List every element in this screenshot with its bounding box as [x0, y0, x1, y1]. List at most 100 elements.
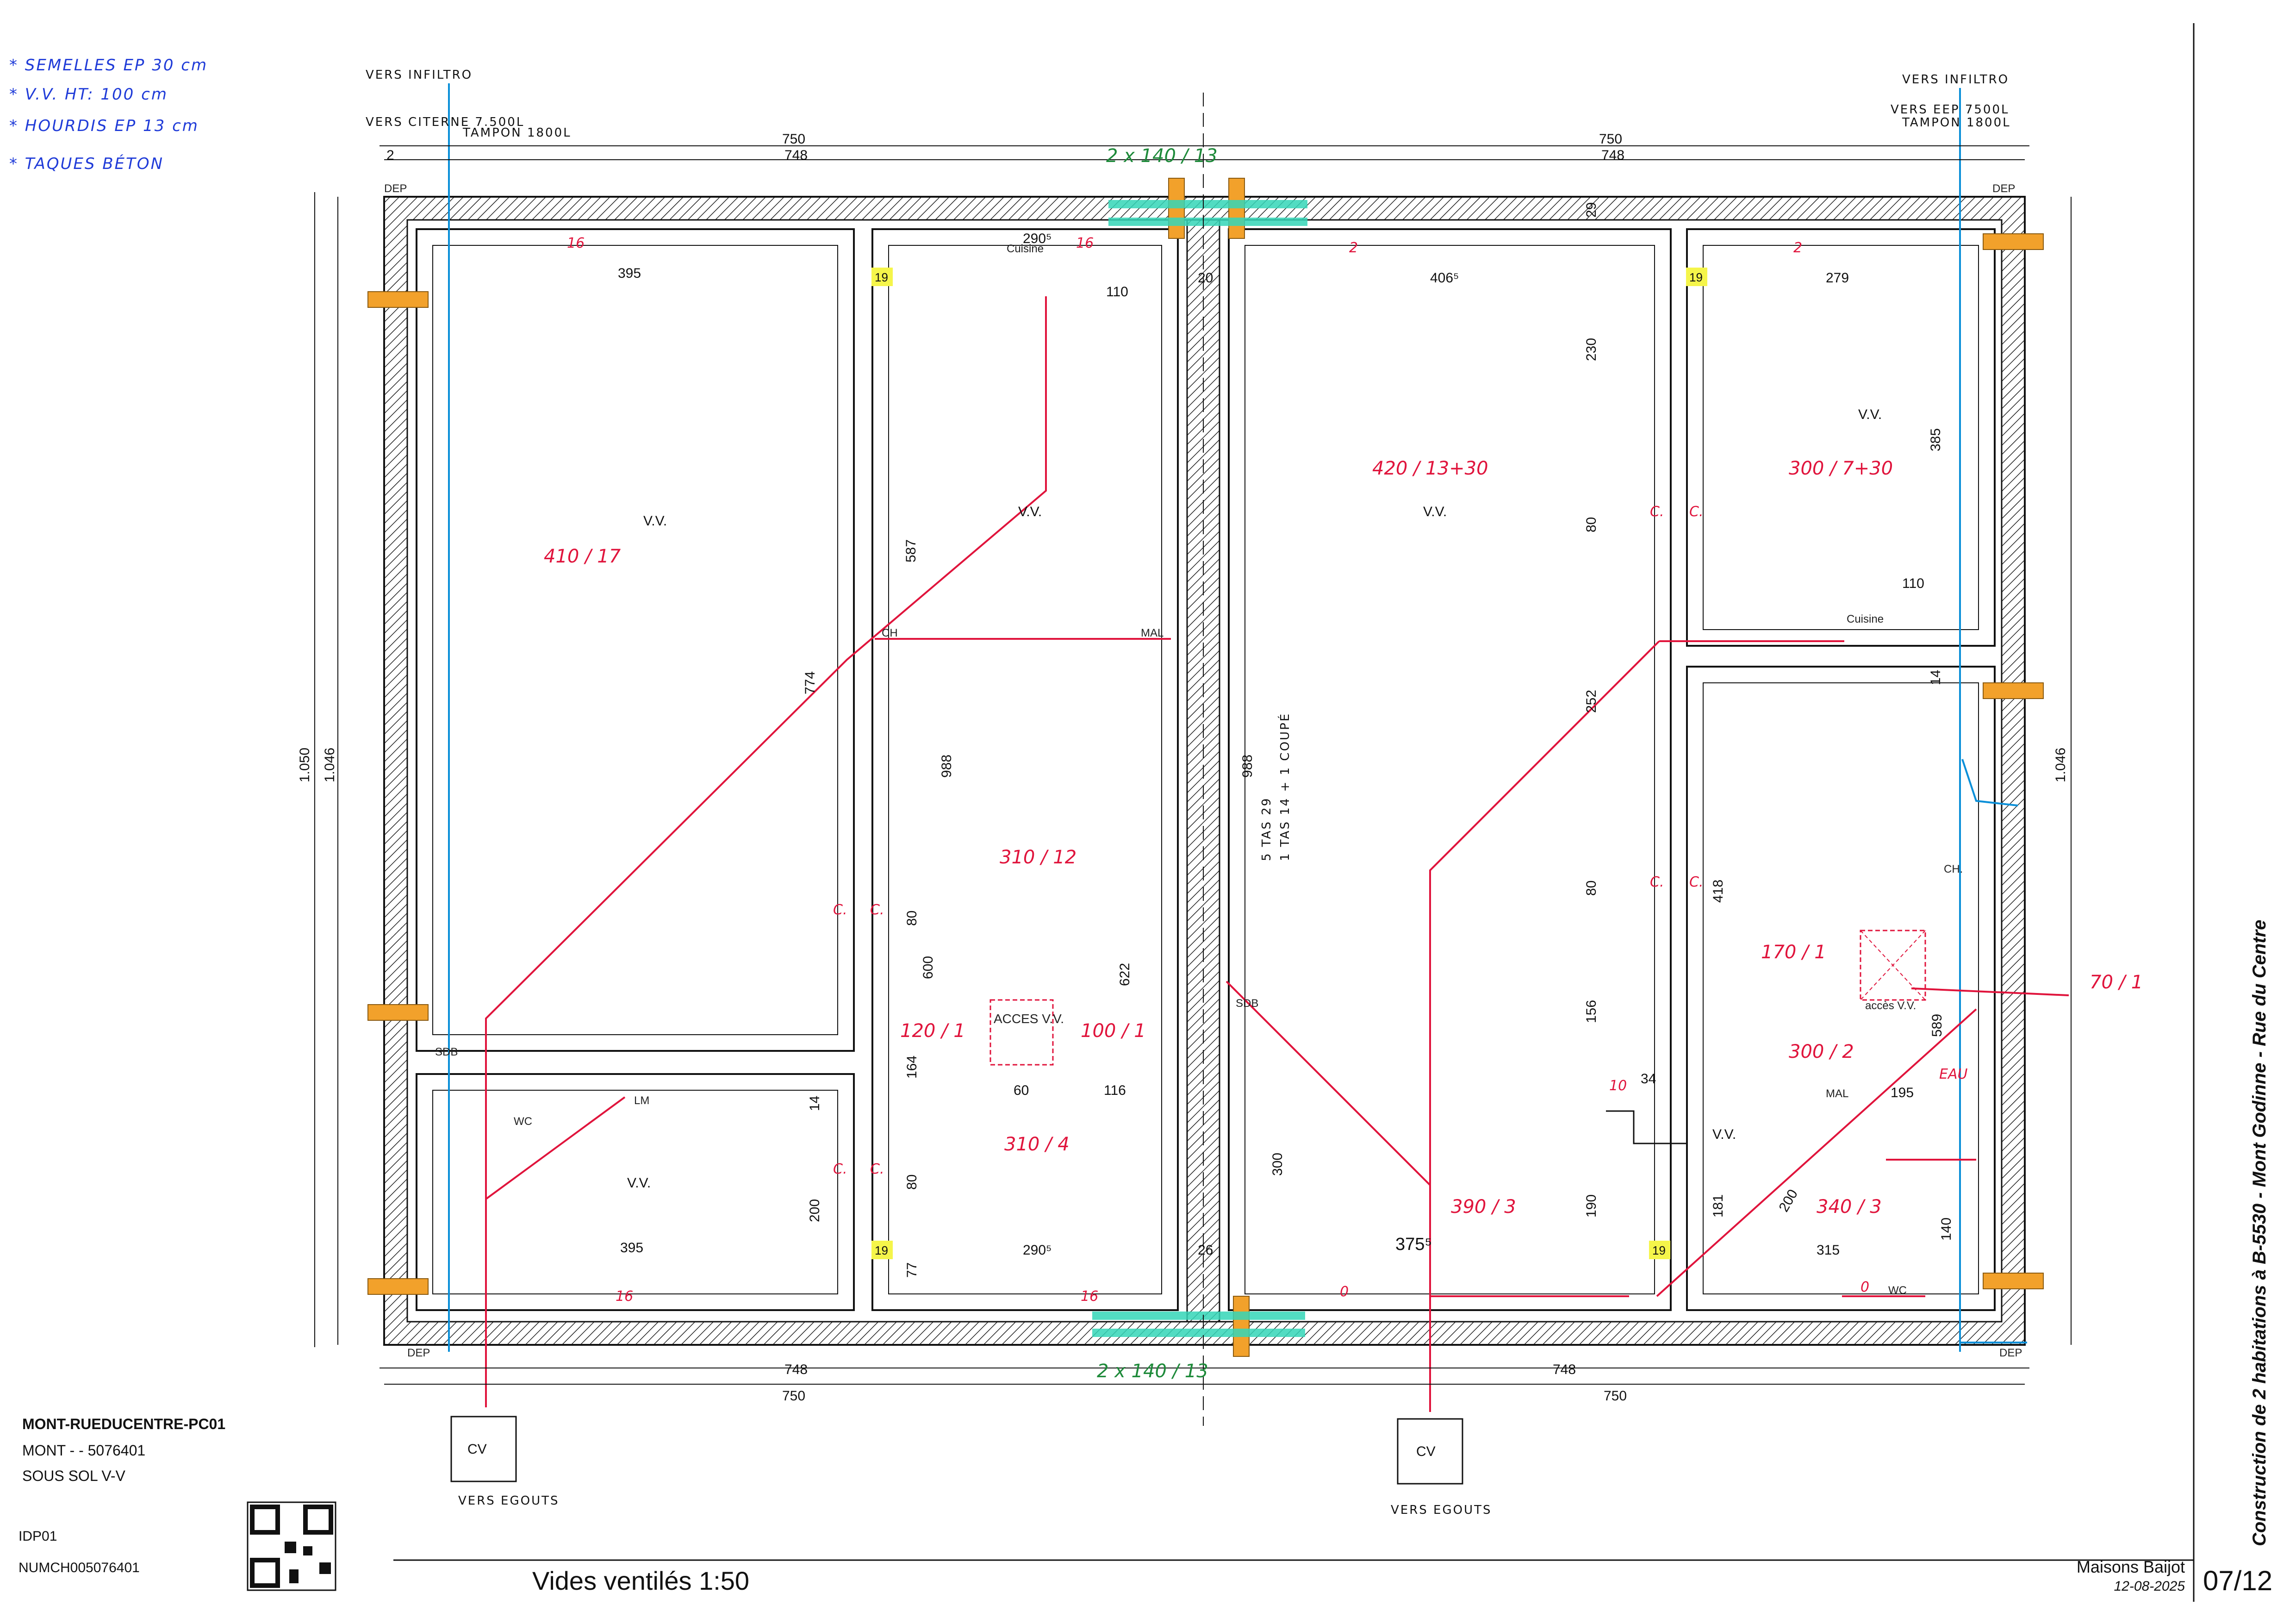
- label-cuisine-2: Cuisine: [1847, 613, 1884, 625]
- dim-164: 164: [904, 1056, 920, 1079]
- dim-77: 77: [904, 1262, 920, 1278]
- dim-300: 300: [1270, 1153, 1285, 1176]
- room-vv-1: V.V.: [643, 513, 667, 529]
- dim-hourdis-top: 2 x 140 / 13: [1106, 145, 1218, 167]
- cartouche-ref: MONT - - 5076401: [22, 1442, 146, 1459]
- dim-80d: 80: [904, 1174, 920, 1190]
- label-sdb: SDB: [435, 1046, 458, 1058]
- label-sdb-2: SDB: [1236, 997, 1258, 1010]
- note-vv-height: * V.V. HT: 100 cm: [9, 85, 168, 104]
- label-ch-left: CH: [882, 627, 898, 639]
- label-right-infiltro: VERS INFILTRO: [1902, 73, 2009, 87]
- dim-80c: 80: [904, 911, 920, 926]
- dim-room-406: 406⁵: [1430, 270, 1459, 286]
- dim-bottom-750-right: 750: [1604, 1388, 1627, 1404]
- room-vv-3: V.V.: [1423, 504, 1447, 519]
- dim-14b: 14: [807, 1096, 822, 1111]
- company-name: Maisons Baijot: [2076, 1557, 2185, 1576]
- dim-26: 26: [1198, 1243, 1213, 1258]
- dim-988b: 988: [1240, 755, 1255, 778]
- dim-room-315: 315: [1817, 1243, 1840, 1258]
- dim-top-750-right: 750: [1599, 131, 1622, 147]
- hourdis-310-4: 310 / 4: [1004, 1134, 1070, 1155]
- dim-200: 200: [807, 1199, 822, 1222]
- label-right-eep: VERS EEP 7500L: [1891, 103, 2010, 117]
- cartouche-num: NUMCH005076401: [19, 1560, 140, 1575]
- dim-988: 988: [939, 755, 954, 778]
- dim-room-395-top: 395: [618, 266, 641, 281]
- dim-bottom-750-left: 750: [782, 1388, 805, 1404]
- room-vv-6: V.V.: [1712, 1127, 1736, 1142]
- label-dep-3: DEP: [407, 1347, 430, 1359]
- mark-2-a: 2: [1349, 240, 1358, 256]
- label-lm: LM: [634, 1094, 649, 1107]
- hourdis-100-1: 100 / 1: [1081, 1020, 1146, 1042]
- note-hourdis: * HOURDIS EP 13 cm: [9, 117, 199, 135]
- label-wc: WC: [514, 1115, 532, 1128]
- marker-19-b: 19: [1689, 270, 1703, 284]
- c-label-2: C.: [870, 902, 884, 918]
- dim-20: 20: [1198, 270, 1213, 286]
- hourdis-420-13-30: 420 / 13+30: [1372, 458, 1488, 479]
- mark-16-d: 16: [1081, 1288, 1098, 1305]
- dim-181: 181: [1711, 1194, 1726, 1218]
- room-vv-2: V.V.: [1018, 504, 1042, 519]
- label-left-infiltro: VERS INFILTRO: [366, 68, 473, 82]
- dim-room-395-bottom: 395: [620, 1240, 643, 1255]
- c-label-3: C.: [833, 1161, 847, 1177]
- dim-80a: 80: [1584, 517, 1599, 532]
- dim-230: 230: [1584, 338, 1599, 361]
- hourdis-310-12: 310 / 12: [1000, 847, 1076, 868]
- dim-252: 252: [1584, 690, 1599, 713]
- dim-bottom-748-left: 748: [784, 1362, 808, 1377]
- label-ch-right: CH.: [1944, 863, 1963, 875]
- marker-19-a: 19: [875, 270, 888, 284]
- note-semelles: * SEMELLES EP 30 cm: [9, 56, 208, 75]
- dim-195: 195: [1891, 1085, 1914, 1100]
- label-wc-2: WC: [1888, 1284, 1907, 1297]
- label-cuisine: Cuisine: [1007, 243, 1044, 255]
- c-label-6: C.: [1689, 504, 1703, 520]
- dim-hourdis-bottom: 2 x 140 / 13: [1097, 1361, 1208, 1382]
- acces-vv-label: ACCES V.V.: [994, 1012, 1064, 1026]
- hourdis-70-1: 70 / 1: [2090, 972, 2143, 993]
- dim-600: 600: [921, 956, 936, 979]
- mark-0-a: 0: [1340, 1284, 1349, 1300]
- drawing-title: Vides ventilés 1:50: [532, 1566, 750, 1595]
- label-dep-4: DEP: [1999, 1347, 2022, 1359]
- marker-19-d: 19: [1652, 1243, 1666, 1257]
- note-taques: * TAQUES BÉTON: [9, 154, 164, 173]
- dim-room-290-bottom: 290⁵: [1023, 1243, 1052, 1258]
- c-label-4: C.: [870, 1161, 884, 1177]
- dim-14: 14: [1928, 670, 1943, 685]
- dim-top-750-left: 750: [782, 131, 805, 147]
- room-vv-5: V.V.: [627, 1175, 651, 1191]
- label-dep-1: DEP: [384, 182, 407, 195]
- dim-top-748-right: 748: [1601, 148, 1624, 163]
- dim-29: 29: [1584, 202, 1599, 218]
- cv-right-label: CV: [1416, 1444, 1436, 1459]
- dim-height-1050: 1.050: [297, 748, 312, 782]
- label-dep-2: DEP: [1992, 182, 2015, 195]
- label-right-tampon: TAMPON 1800L: [1902, 116, 2011, 130]
- dim-418: 418: [1711, 880, 1726, 903]
- egouts-right: VERS EGOUTS: [1391, 1503, 1492, 1517]
- hourdis-300-7-30: 300 / 7+30: [1789, 458, 1893, 479]
- hourdis-170-1: 170 / 1: [1761, 942, 1826, 963]
- dim-60: 60: [1014, 1083, 1029, 1098]
- mark-0-b: 0: [1860, 1279, 1869, 1295]
- hourdis-300-2: 300 / 2: [1789, 1041, 1854, 1062]
- dim-34: 34: [1641, 1071, 1656, 1087]
- dim-385: 385: [1928, 428, 1943, 451]
- dim-190: 190: [1584, 1194, 1599, 1218]
- dim-622: 622: [1117, 963, 1132, 986]
- dim-110a: 110: [1106, 284, 1128, 300]
- dim-top-2: 2: [386, 148, 394, 163]
- cv-left-label: CV: [467, 1442, 487, 1457]
- c-label-1: C.: [833, 902, 847, 918]
- dim-110b: 110: [1902, 576, 1924, 591]
- page-number: 07/12: [2203, 1565, 2273, 1596]
- cartouche-level: SOUS SOL V-V: [22, 1468, 125, 1484]
- stas-detail: 1 TAS 14 + 1 COUPÉ: [1277, 712, 1292, 861]
- floor-plan: * SEMELLES EP 30 cm * V.V. HT: 100 cm * …: [9, 23, 2195, 1602]
